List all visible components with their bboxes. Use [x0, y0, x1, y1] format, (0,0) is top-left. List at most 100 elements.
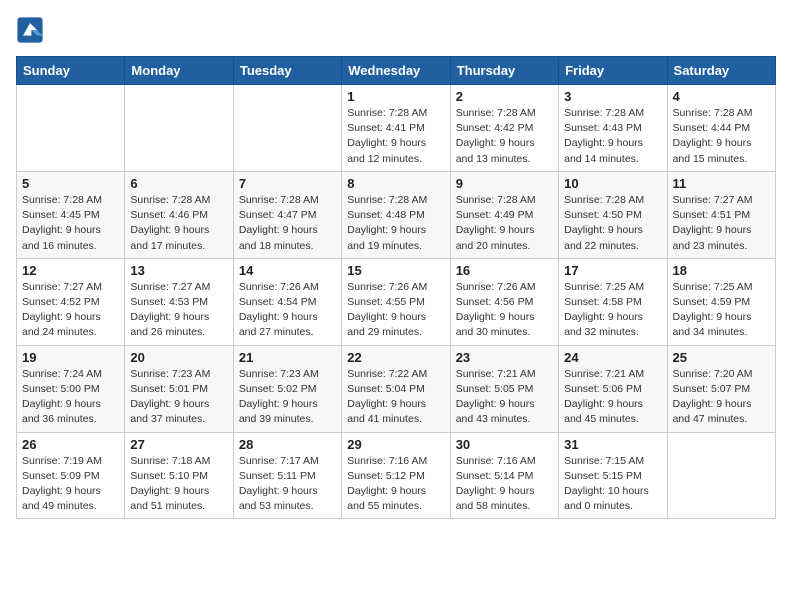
day-info: Sunrise: 7:28 AM Sunset: 4:49 PM Dayligh…	[456, 193, 553, 254]
day-info: Sunrise: 7:27 AM Sunset: 4:52 PM Dayligh…	[22, 280, 119, 341]
calendar-day-cell: 28 Sunrise: 7:17 AM Sunset: 5:11 PM Dayl…	[233, 432, 341, 519]
day-info: Sunrise: 7:26 AM Sunset: 4:54 PM Dayligh…	[239, 280, 336, 341]
calendar-day-cell: 22 Sunrise: 7:22 AM Sunset: 5:04 PM Dayl…	[342, 345, 450, 432]
calendar-week-row: 1 Sunrise: 7:28 AM Sunset: 4:41 PM Dayli…	[17, 85, 776, 172]
calendar-day-cell: 3 Sunrise: 7:28 AM Sunset: 4:43 PM Dayli…	[559, 85, 667, 172]
calendar-day-cell: 25 Sunrise: 7:20 AM Sunset: 5:07 PM Dayl…	[667, 345, 775, 432]
day-number: 8	[347, 176, 444, 191]
day-number: 27	[130, 437, 227, 452]
day-number: 29	[347, 437, 444, 452]
day-info: Sunrise: 7:24 AM Sunset: 5:00 PM Dayligh…	[22, 367, 119, 428]
calendar-day-cell: 26 Sunrise: 7:19 AM Sunset: 5:09 PM Dayl…	[17, 432, 125, 519]
calendar-day-cell: 15 Sunrise: 7:26 AM Sunset: 4:55 PM Dayl…	[342, 258, 450, 345]
day-info: Sunrise: 7:28 AM Sunset: 4:48 PM Dayligh…	[347, 193, 444, 254]
day-info: Sunrise: 7:28 AM Sunset: 4:50 PM Dayligh…	[564, 193, 661, 254]
day-info: Sunrise: 7:22 AM Sunset: 5:04 PM Dayligh…	[347, 367, 444, 428]
calendar-day-cell: 6 Sunrise: 7:28 AM Sunset: 4:46 PM Dayli…	[125, 171, 233, 258]
calendar-week-row: 5 Sunrise: 7:28 AM Sunset: 4:45 PM Dayli…	[17, 171, 776, 258]
weekday-header-row: SundayMondayTuesdayWednesdayThursdayFrid…	[17, 57, 776, 85]
day-number: 31	[564, 437, 661, 452]
day-info: Sunrise: 7:21 AM Sunset: 5:06 PM Dayligh…	[564, 367, 661, 428]
calendar-day-cell: 2 Sunrise: 7:28 AM Sunset: 4:42 PM Dayli…	[450, 85, 558, 172]
day-number: 21	[239, 350, 336, 365]
day-number: 17	[564, 263, 661, 278]
day-info: Sunrise: 7:17 AM Sunset: 5:11 PM Dayligh…	[239, 454, 336, 515]
day-info: Sunrise: 7:15 AM Sunset: 5:15 PM Dayligh…	[564, 454, 661, 515]
calendar-day-cell	[233, 85, 341, 172]
day-number: 18	[673, 263, 770, 278]
day-number: 10	[564, 176, 661, 191]
day-number: 14	[239, 263, 336, 278]
day-info: Sunrise: 7:16 AM Sunset: 5:12 PM Dayligh…	[347, 454, 444, 515]
day-info: Sunrise: 7:28 AM Sunset: 4:47 PM Dayligh…	[239, 193, 336, 254]
calendar-day-cell: 16 Sunrise: 7:26 AM Sunset: 4:56 PM Dayl…	[450, 258, 558, 345]
calendar-day-cell	[667, 432, 775, 519]
weekday-header-cell: Tuesday	[233, 57, 341, 85]
calendar-day-cell: 24 Sunrise: 7:21 AM Sunset: 5:06 PM Dayl…	[559, 345, 667, 432]
day-info: Sunrise: 7:28 AM Sunset: 4:45 PM Dayligh…	[22, 193, 119, 254]
calendar-day-cell: 21 Sunrise: 7:23 AM Sunset: 5:02 PM Dayl…	[233, 345, 341, 432]
day-number: 15	[347, 263, 444, 278]
day-number: 26	[22, 437, 119, 452]
calendar-day-cell: 18 Sunrise: 7:25 AM Sunset: 4:59 PM Dayl…	[667, 258, 775, 345]
calendar-day-cell: 31 Sunrise: 7:15 AM Sunset: 5:15 PM Dayl…	[559, 432, 667, 519]
day-number: 1	[347, 89, 444, 104]
day-number: 16	[456, 263, 553, 278]
weekday-header-cell: Friday	[559, 57, 667, 85]
day-info: Sunrise: 7:16 AM Sunset: 5:14 PM Dayligh…	[456, 454, 553, 515]
calendar-day-cell: 4 Sunrise: 7:28 AM Sunset: 4:44 PM Dayli…	[667, 85, 775, 172]
day-info: Sunrise: 7:25 AM Sunset: 4:59 PM Dayligh…	[673, 280, 770, 341]
day-info: Sunrise: 7:23 AM Sunset: 5:02 PM Dayligh…	[239, 367, 336, 428]
calendar-week-row: 26 Sunrise: 7:19 AM Sunset: 5:09 PM Dayl…	[17, 432, 776, 519]
calendar-week-row: 19 Sunrise: 7:24 AM Sunset: 5:00 PM Dayl…	[17, 345, 776, 432]
logo-icon	[16, 16, 44, 44]
day-number: 25	[673, 350, 770, 365]
day-info: Sunrise: 7:25 AM Sunset: 4:58 PM Dayligh…	[564, 280, 661, 341]
calendar-table: SundayMondayTuesdayWednesdayThursdayFrid…	[16, 56, 776, 519]
calendar-day-cell: 17 Sunrise: 7:25 AM Sunset: 4:58 PM Dayl…	[559, 258, 667, 345]
calendar-day-cell: 9 Sunrise: 7:28 AM Sunset: 4:49 PM Dayli…	[450, 171, 558, 258]
weekday-header-cell: Wednesday	[342, 57, 450, 85]
day-info: Sunrise: 7:28 AM Sunset: 4:42 PM Dayligh…	[456, 106, 553, 167]
calendar-week-row: 12 Sunrise: 7:27 AM Sunset: 4:52 PM Dayl…	[17, 258, 776, 345]
day-number: 11	[673, 176, 770, 191]
calendar-day-cell: 12 Sunrise: 7:27 AM Sunset: 4:52 PM Dayl…	[17, 258, 125, 345]
calendar-day-cell: 8 Sunrise: 7:28 AM Sunset: 4:48 PM Dayli…	[342, 171, 450, 258]
day-number: 2	[456, 89, 553, 104]
day-number: 22	[347, 350, 444, 365]
logo	[16, 16, 48, 44]
calendar-day-cell: 19 Sunrise: 7:24 AM Sunset: 5:00 PM Dayl…	[17, 345, 125, 432]
calendar-day-cell: 30 Sunrise: 7:16 AM Sunset: 5:14 PM Dayl…	[450, 432, 558, 519]
weekday-header-cell: Monday	[125, 57, 233, 85]
calendar-day-cell: 10 Sunrise: 7:28 AM Sunset: 4:50 PM Dayl…	[559, 171, 667, 258]
day-info: Sunrise: 7:21 AM Sunset: 5:05 PM Dayligh…	[456, 367, 553, 428]
calendar-day-cell: 7 Sunrise: 7:28 AM Sunset: 4:47 PM Dayli…	[233, 171, 341, 258]
day-info: Sunrise: 7:26 AM Sunset: 4:56 PM Dayligh…	[456, 280, 553, 341]
calendar-day-cell: 14 Sunrise: 7:26 AM Sunset: 4:54 PM Dayl…	[233, 258, 341, 345]
day-info: Sunrise: 7:28 AM Sunset: 4:44 PM Dayligh…	[673, 106, 770, 167]
day-number: 3	[564, 89, 661, 104]
calendar-day-cell: 23 Sunrise: 7:21 AM Sunset: 5:05 PM Dayl…	[450, 345, 558, 432]
day-number: 30	[456, 437, 553, 452]
day-info: Sunrise: 7:23 AM Sunset: 5:01 PM Dayligh…	[130, 367, 227, 428]
day-info: Sunrise: 7:18 AM Sunset: 5:10 PM Dayligh…	[130, 454, 227, 515]
weekday-header-cell: Saturday	[667, 57, 775, 85]
day-info: Sunrise: 7:28 AM Sunset: 4:43 PM Dayligh…	[564, 106, 661, 167]
day-info: Sunrise: 7:26 AM Sunset: 4:55 PM Dayligh…	[347, 280, 444, 341]
day-info: Sunrise: 7:27 AM Sunset: 4:53 PM Dayligh…	[130, 280, 227, 341]
day-number: 12	[22, 263, 119, 278]
calendar-day-cell: 13 Sunrise: 7:27 AM Sunset: 4:53 PM Dayl…	[125, 258, 233, 345]
calendar-day-cell: 27 Sunrise: 7:18 AM Sunset: 5:10 PM Dayl…	[125, 432, 233, 519]
calendar-body: 1 Sunrise: 7:28 AM Sunset: 4:41 PM Dayli…	[17, 85, 776, 519]
weekday-header-cell: Sunday	[17, 57, 125, 85]
calendar-day-cell	[17, 85, 125, 172]
calendar-day-cell: 20 Sunrise: 7:23 AM Sunset: 5:01 PM Dayl…	[125, 345, 233, 432]
calendar-day-cell: 11 Sunrise: 7:27 AM Sunset: 4:51 PM Dayl…	[667, 171, 775, 258]
day-number: 5	[22, 176, 119, 191]
day-number: 28	[239, 437, 336, 452]
day-number: 9	[456, 176, 553, 191]
day-number: 6	[130, 176, 227, 191]
day-number: 7	[239, 176, 336, 191]
day-info: Sunrise: 7:27 AM Sunset: 4:51 PM Dayligh…	[673, 193, 770, 254]
day-number: 24	[564, 350, 661, 365]
